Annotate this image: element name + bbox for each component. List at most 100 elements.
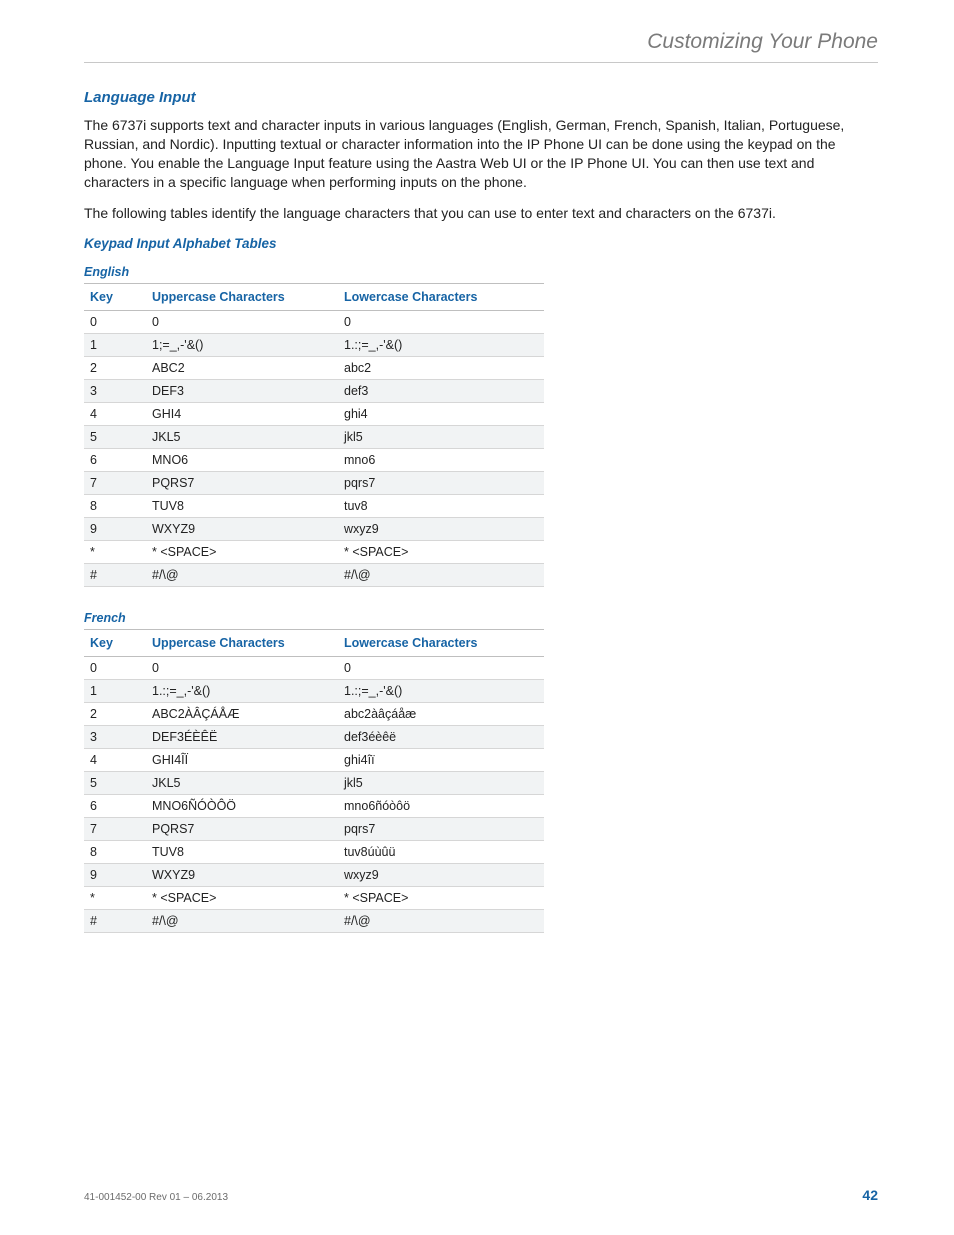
intro-paragraph-2: The following tables identify the langua… (84, 204, 878, 223)
section-heading-language-input: Language Input (84, 89, 878, 106)
cell-key: 7 (84, 818, 146, 841)
col-key: Key (84, 284, 146, 311)
cell-upper: GHI4ÎÏ (146, 749, 338, 772)
footer-revision: 41-001452-00 Rev 01 – 06.2013 (84, 1192, 228, 1203)
cell-key: 5 (84, 426, 146, 449)
cell-key: # (84, 910, 146, 933)
cell-key: 9 (84, 518, 146, 541)
cell-upper: * <SPACE> (146, 887, 338, 910)
cell-upper: DEF3 (146, 380, 338, 403)
table-row: ** <SPACE>* <SPACE> (84, 887, 544, 910)
table-row: 11;=_,-'&()1.:;=_,-'&() (84, 334, 544, 357)
cell-key: # (84, 564, 146, 587)
table-row: 000 (84, 311, 544, 334)
cell-key: 4 (84, 403, 146, 426)
table-row: 3DEF3def3 (84, 380, 544, 403)
col-lower: Lowercase Characters (338, 630, 544, 657)
cell-key: 3 (84, 726, 146, 749)
table-row: 5JKL5jkl5 (84, 426, 544, 449)
cell-lower: pqrs7 (338, 818, 544, 841)
table-row: 7PQRS7pqrs7 (84, 472, 544, 495)
table-row: 6MNO6mno6 (84, 449, 544, 472)
table-row: 4GHI4ÎÏghi4îï (84, 749, 544, 772)
cell-upper: DEF3ÉÈÊË (146, 726, 338, 749)
cell-key: 1 (84, 334, 146, 357)
cell-lower: wxyz9 (338, 864, 544, 887)
cell-key: 3 (84, 380, 146, 403)
table-row: ##/\@#/\@ (84, 910, 544, 933)
cell-lower: ghi4îï (338, 749, 544, 772)
cell-lower: pqrs7 (338, 472, 544, 495)
cell-upper: #/\@ (146, 910, 338, 933)
cell-lower: * <SPACE> (338, 541, 544, 564)
cell-key: 1 (84, 680, 146, 703)
table-row: 9WXYZ9wxyz9 (84, 518, 544, 541)
cell-lower: def3éèêë (338, 726, 544, 749)
cell-key: 6 (84, 795, 146, 818)
cell-upper: JKL5 (146, 772, 338, 795)
table-row: 8TUV8tuv8úùûü (84, 841, 544, 864)
cell-key: 2 (84, 703, 146, 726)
cell-lower: def3 (338, 380, 544, 403)
cell-upper: MNO6 (146, 449, 338, 472)
cell-lower: tuv8úùûü (338, 841, 544, 864)
cell-upper: MNO6ÑÓÒÔÖ (146, 795, 338, 818)
cell-lower: ghi4 (338, 403, 544, 426)
table-row: 6MNO6ÑÓÒÔÖmno6ñóòôö (84, 795, 544, 818)
running-header: Customizing Your Phone (84, 30, 878, 63)
intro-paragraph-1: The 6737i supports text and character in… (84, 116, 878, 192)
cell-lower: abc2àâçáåæ (338, 703, 544, 726)
cell-upper: TUV8 (146, 841, 338, 864)
table-row: 2ABC2ÀÂÇÁÅÆabc2àâçáåæ (84, 703, 544, 726)
cell-key: * (84, 541, 146, 564)
footer-page-number: 42 (862, 1187, 878, 1203)
cell-upper: GHI4 (146, 403, 338, 426)
table-row: 7PQRS7pqrs7 (84, 818, 544, 841)
table-title-english: English (84, 265, 878, 279)
cell-lower: mno6 (338, 449, 544, 472)
cell-upper: * <SPACE> (146, 541, 338, 564)
table-row: 11.:;=_,-'&()1.:;=_,-'&() (84, 680, 544, 703)
page-footer: 41-001452-00 Rev 01 – 06.2013 42 (84, 1187, 878, 1203)
cell-upper: 1;=_,-'&() (146, 334, 338, 357)
cell-upper: TUV8 (146, 495, 338, 518)
table-row: 5JKL5jkl5 (84, 772, 544, 795)
cell-lower: 0 (338, 311, 544, 334)
cell-upper: 1.:;=_,-'&() (146, 680, 338, 703)
table-english: Key Uppercase Characters Lowercase Chara… (84, 283, 544, 587)
cell-key: 4 (84, 749, 146, 772)
subheading-keypad-tables: Keypad Input Alphabet Tables (84, 236, 878, 251)
cell-upper: WXYZ9 (146, 864, 338, 887)
col-upper: Uppercase Characters (146, 284, 338, 311)
cell-key: 5 (84, 772, 146, 795)
table-row: 000 (84, 657, 544, 680)
col-lower: Lowercase Characters (338, 284, 544, 311)
cell-lower: wxyz9 (338, 518, 544, 541)
table-row: 3DEF3ÉÈÊËdef3éèêë (84, 726, 544, 749)
cell-upper: 0 (146, 657, 338, 680)
cell-key: * (84, 887, 146, 910)
cell-upper: ABC2ÀÂÇÁÅÆ (146, 703, 338, 726)
col-upper: Uppercase Characters (146, 630, 338, 657)
cell-lower: 0 (338, 657, 544, 680)
cell-key: 0 (84, 311, 146, 334)
cell-key: 2 (84, 357, 146, 380)
table-row: 2ABC2abc2 (84, 357, 544, 380)
cell-upper: 0 (146, 311, 338, 334)
cell-lower: #/\@ (338, 564, 544, 587)
cell-lower: 1.:;=_,-'&() (338, 334, 544, 357)
cell-lower: 1.:;=_,-'&() (338, 680, 544, 703)
cell-upper: #/\@ (146, 564, 338, 587)
cell-upper: PQRS7 (146, 472, 338, 495)
cell-key: 9 (84, 864, 146, 887)
cell-upper: PQRS7 (146, 818, 338, 841)
table-row: 4GHI4ghi4 (84, 403, 544, 426)
cell-upper: WXYZ9 (146, 518, 338, 541)
cell-key: 6 (84, 449, 146, 472)
table-row: 9WXYZ9wxyz9 (84, 864, 544, 887)
table-row: 8TUV8tuv8 (84, 495, 544, 518)
cell-lower: jkl5 (338, 426, 544, 449)
table-row: ** <SPACE>* <SPACE> (84, 541, 544, 564)
table-row: ##/\@#/\@ (84, 564, 544, 587)
table-title-french: French (84, 611, 878, 625)
